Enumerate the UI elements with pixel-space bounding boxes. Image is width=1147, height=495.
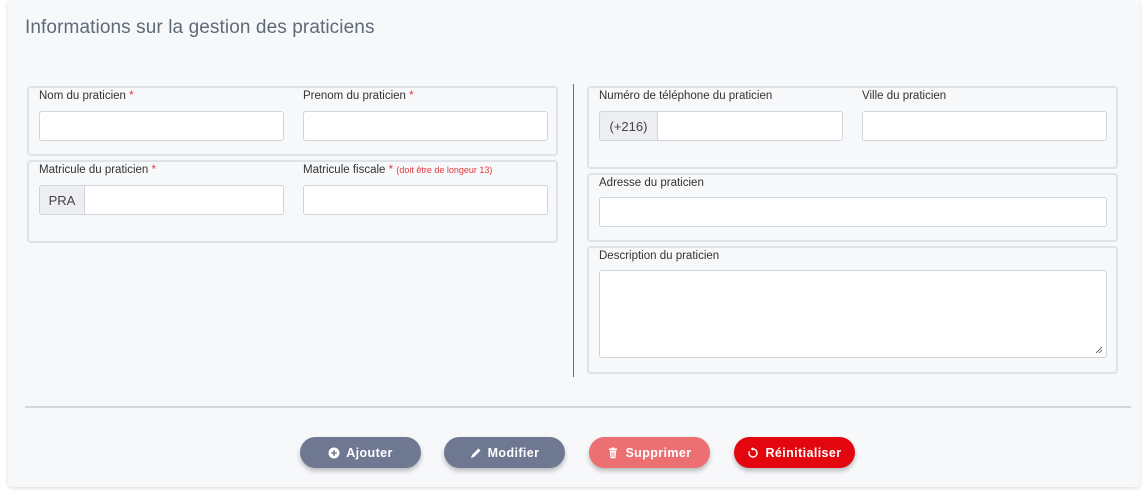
resize-handle-icon[interactable] <box>1096 347 1102 353</box>
adresse-label: Adresse du praticien <box>599 177 704 189</box>
matricule-fiscale-input[interactable] <box>303 185 548 215</box>
pencil-icon <box>470 447 482 459</box>
column-divider <box>573 84 574 377</box>
supprimer-button[interactable]: Supprimer <box>589 437 710 468</box>
telephone-input[interactable] <box>657 111 843 141</box>
adresse-input[interactable] <box>599 197 1107 227</box>
ajouter-button[interactable]: Ajouter <box>300 437 421 468</box>
telephone-label: Numéro de téléphone du praticien <box>599 90 773 102</box>
matricule-fiscale-label: Matricule fiscale * (doit être de longeu… <box>303 164 493 176</box>
matricule-input[interactable] <box>84 185 284 215</box>
modifier-button[interactable]: Modifier <box>444 437 565 468</box>
page-title: Informations sur la gestion des praticie… <box>25 17 375 38</box>
reset-icon <box>747 446 759 459</box>
plus-circle-icon <box>328 447 340 459</box>
actions-divider <box>25 406 1131 408</box>
nom-input[interactable] <box>39 111 284 141</box>
praticien-form-card: Informations sur la gestion des praticie… <box>8 0 1140 487</box>
matricule-fiscale-hint: (doit être de longeur 13) <box>396 165 493 175</box>
ville-label: Ville du praticien <box>862 90 947 102</box>
matricule-prefix: PRA <box>39 185 84 215</box>
ville-input[interactable] <box>862 111 1107 141</box>
description-label: Description du praticien <box>599 250 720 262</box>
description-textarea[interactable] <box>599 270 1107 358</box>
reinitialiser-button[interactable]: Réinitialiser <box>734 437 855 468</box>
nom-label: Nom du praticien * <box>39 90 134 102</box>
matricule-label: Matricule du praticien * <box>39 164 156 176</box>
prenom-label: Prenom du praticien * <box>303 90 414 102</box>
trash-icon <box>607 447 619 459</box>
prenom-input[interactable] <box>303 111 548 141</box>
telephone-prefix: (+216) <box>599 111 657 141</box>
